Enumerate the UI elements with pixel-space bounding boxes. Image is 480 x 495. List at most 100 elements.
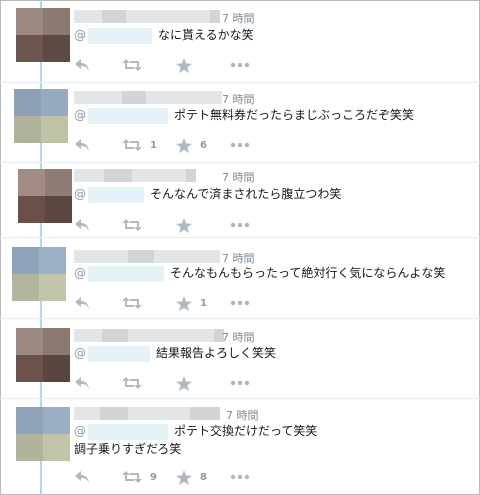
tweet-time[interactable]: 7 時間	[226, 407, 259, 423]
user-name[interactable]	[74, 407, 220, 420]
user-name[interactable]	[74, 169, 196, 182]
like-button[interactable]: 6	[176, 137, 230, 153]
tweet-body: なに貰えるかな笑	[158, 28, 254, 42]
retweet-button[interactable]: 9	[122, 470, 176, 484]
tweet-body: 結果報告よろしく笑笑	[156, 346, 277, 360]
reply-button[interactable]	[74, 470, 122, 484]
reply-icon	[75, 59, 89, 71]
tweet[interactable]: 7 時間 @ ポテト交換だけだって笑笑 調子乗りすぎだろ笑 9 8	[0, 399, 480, 493]
mention-at[interactable]: @	[74, 187, 86, 201]
tweet-text: @ ポテト交換だけだって笑笑	[74, 422, 317, 440]
reply-button[interactable]	[74, 296, 122, 310]
avatar[interactable]	[12, 247, 66, 301]
reply-button[interactable]	[74, 376, 122, 390]
retweet-icon	[122, 139, 142, 151]
tweet-text: @ 結果報告よろしく笑笑	[74, 344, 276, 362]
avatar[interactable]	[14, 89, 68, 143]
user-name[interactable]	[74, 329, 224, 342]
tweet[interactable]: 7 時間 @ そんなんで済まされたら腹立つわ笑	[0, 163, 480, 237]
mention-at[interactable]: @	[74, 108, 86, 122]
user-name[interactable]	[74, 91, 222, 104]
tweet-time[interactable]: 7 時間	[222, 329, 255, 345]
like-button[interactable]	[176, 375, 230, 391]
star-icon	[176, 469, 192, 485]
tweet-actions	[74, 57, 250, 73]
retweet-button[interactable]	[122, 376, 176, 390]
tweet-time[interactable]: 7 時間	[222, 169, 255, 185]
tweet-actions: 9 8	[74, 469, 250, 485]
star-icon	[176, 137, 192, 153]
like-count: 1	[200, 297, 207, 309]
more-button[interactable]	[230, 222, 250, 228]
reply-icon	[75, 471, 89, 483]
retweet-icon	[122, 59, 142, 71]
like-button[interactable]	[176, 217, 230, 233]
mention-handle[interactable]	[88, 186, 144, 203]
mention-at[interactable]: @	[74, 346, 86, 360]
like-button[interactable]: 8	[176, 469, 230, 485]
more-button[interactable]	[230, 380, 250, 386]
tweet-actions: 1	[74, 295, 250, 311]
tweet-body: そんなもんもらったって絶対行く気にならんよな笑	[170, 266, 446, 280]
more-dots-icon	[230, 300, 250, 306]
more-button[interactable]	[230, 300, 250, 306]
more-dots-icon	[230, 142, 250, 148]
mention-handle[interactable]	[88, 345, 150, 362]
retweet-button[interactable]	[122, 58, 176, 72]
tweet[interactable]: 7 時間 @ なに貰えるかな笑	[0, 0, 480, 82]
tweet-time[interactable]: 7 時間	[222, 10, 255, 26]
reply-icon	[75, 297, 89, 309]
tweet-body: そんなんで済まされたら腹立つわ笑	[150, 187, 342, 201]
like-button[interactable]	[176, 57, 230, 73]
tweet-body: ポテト交換だけだって笑笑	[174, 424, 318, 438]
reply-button[interactable]	[74, 58, 122, 72]
retweet-icon	[122, 297, 142, 309]
tweet-actions	[74, 217, 250, 233]
tweet[interactable]: 7 時間 @ そんなもんもらったって絶対行く気にならんよな笑 1	[0, 238, 480, 318]
star-icon	[176, 217, 192, 233]
more-button[interactable]	[230, 62, 250, 68]
reply-icon	[75, 219, 89, 231]
retweet-count: 1	[150, 139, 157, 151]
mention-handle[interactable]	[88, 27, 152, 44]
reply-icon	[75, 377, 89, 389]
retweet-button[interactable]	[122, 296, 176, 310]
reply-button[interactable]	[74, 218, 122, 232]
tweet-text-line2: 調子乗りすぎだろ笑	[74, 442, 182, 456]
reply-button[interactable]	[74, 138, 122, 152]
more-dots-icon	[230, 474, 250, 480]
tweet-text: @ ポテト無料券だったらまじぶっころだぞ笑笑	[74, 106, 414, 124]
user-name[interactable]	[74, 250, 220, 263]
tweet-actions: 1 6	[74, 137, 250, 153]
retweet-button[interactable]	[122, 218, 176, 232]
retweet-icon	[122, 219, 142, 231]
mention-handle[interactable]	[88, 107, 168, 124]
avatar[interactable]	[16, 8, 70, 62]
retweet-icon	[122, 377, 142, 389]
user-name[interactable]	[74, 10, 220, 23]
tweet[interactable]: 7 時間 @ 結果報告よろしく笑笑	[0, 319, 480, 398]
mention-handle[interactable]	[88, 423, 168, 440]
more-button[interactable]	[230, 142, 250, 148]
tweet[interactable]: 7 時間 @ ポテト無料券だったらまじぶっころだぞ笑笑 1 6	[0, 83, 480, 162]
retweet-button[interactable]: 1	[122, 138, 176, 152]
mention-at[interactable]: @	[74, 266, 86, 280]
avatar[interactable]	[18, 169, 72, 223]
tweet-body: ポテト無料券だったらまじぶっころだぞ笑笑	[174, 108, 415, 122]
more-button[interactable]	[230, 474, 250, 480]
mention-at[interactable]: @	[74, 28, 86, 42]
more-dots-icon	[230, 222, 250, 228]
like-count: 8	[200, 471, 207, 483]
retweet-count: 9	[150, 471, 157, 483]
avatar[interactable]	[16, 407, 70, 461]
star-icon	[176, 57, 192, 73]
mention-handle[interactable]	[88, 265, 164, 282]
like-button[interactable]: 1	[176, 295, 230, 311]
mention-at[interactable]: @	[74, 424, 86, 438]
avatar[interactable]	[16, 328, 70, 382]
retweet-icon	[122, 471, 142, 483]
tweet-text: @ なに貰えるかな笑	[74, 26, 254, 44]
more-dots-icon	[230, 62, 250, 68]
tweet-time[interactable]: 7 時間	[222, 91, 255, 107]
tweet-actions	[74, 375, 250, 391]
